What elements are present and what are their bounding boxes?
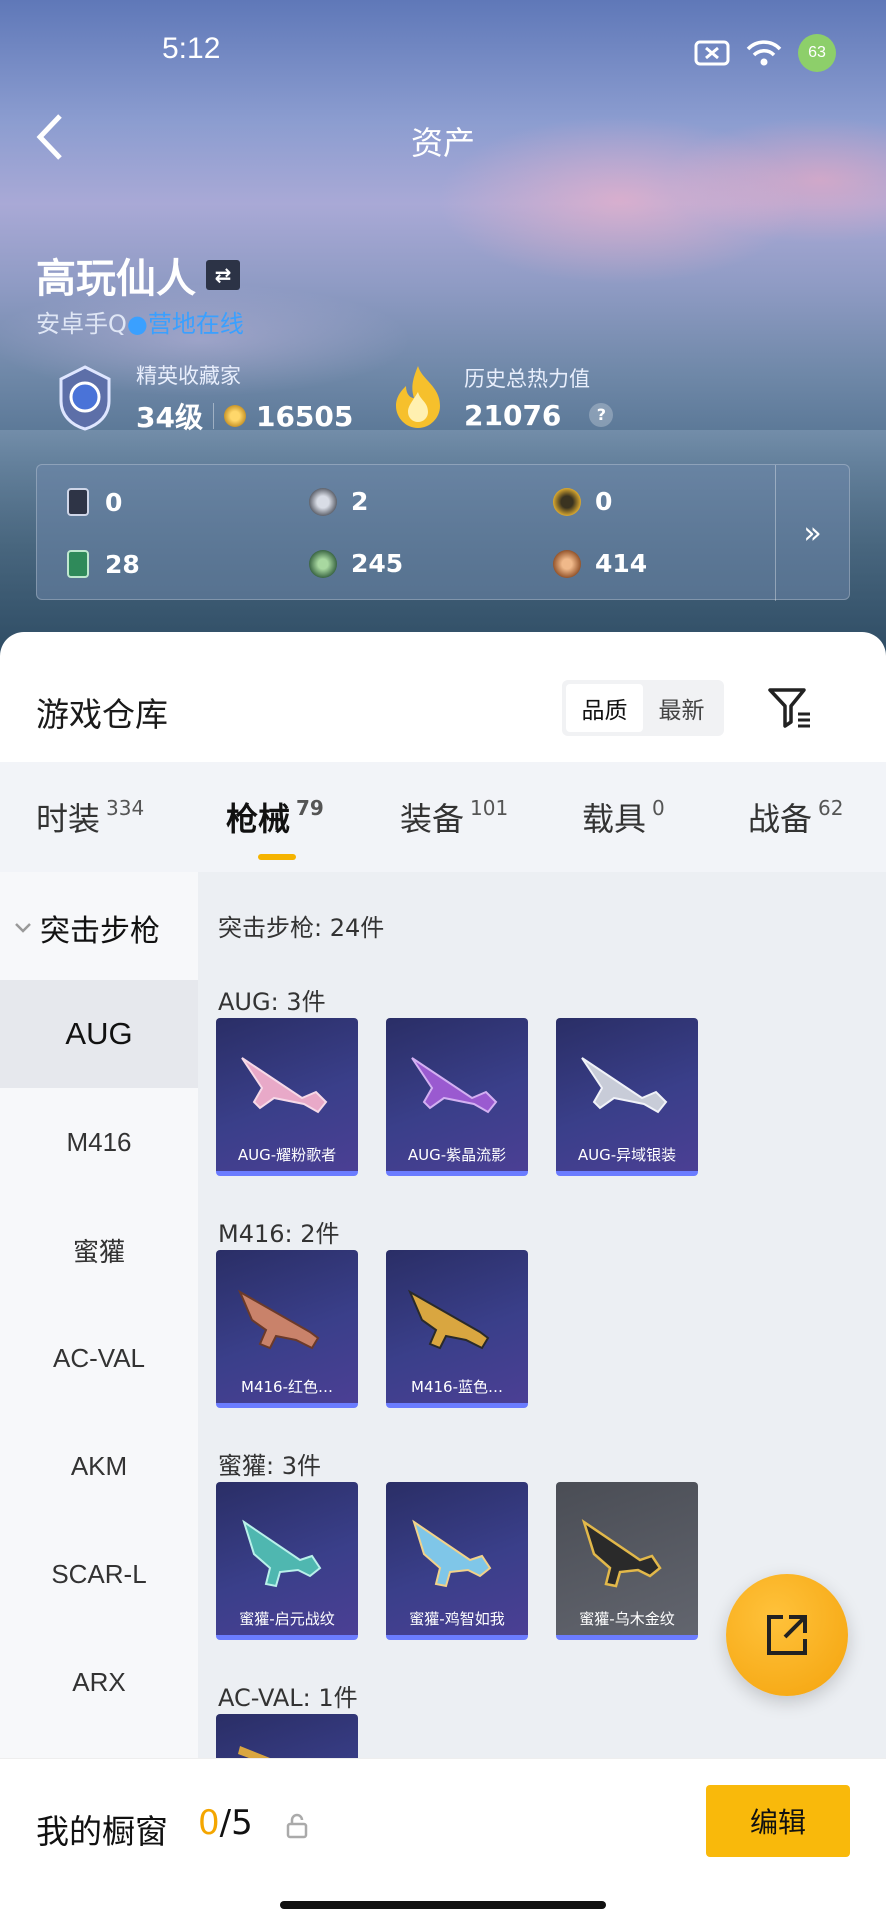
rifle-icon xyxy=(237,1289,320,1350)
rifle-icon xyxy=(241,1057,328,1114)
sort-quality[interactable]: 品质 xyxy=(566,684,643,732)
tab-vehicles[interactable]: 载具 0 xyxy=(582,794,665,840)
rank-block[interactable]: 精英收藏家 34级 16505 xyxy=(50,360,353,436)
section-header: AUG: 3件 xyxy=(218,988,326,1016)
gold-coin-icon xyxy=(553,487,581,516)
sidebar-item-m416[interactable]: M416 xyxy=(0,1088,198,1196)
home-indicator xyxy=(280,1901,606,1909)
weapon-card[interactable]: 蜜獾-乌木金纹 xyxy=(556,1482,698,1640)
stats-panel[interactable]: 0 2 0 28 245 414 » xyxy=(36,464,850,601)
warehouse-title: 游戏仓库 xyxy=(36,695,168,734)
weapon-card[interactable]: M416-红色… xyxy=(216,1250,358,1408)
sidebar-item-ac-val[interactable]: AC-VAL xyxy=(0,1304,198,1412)
rifle-icon xyxy=(412,1519,492,1588)
sidebar-item-akm[interactable]: AKM xyxy=(0,1412,198,1520)
online-status: 营地在线 xyxy=(147,310,244,338)
rifle-icon xyxy=(242,1519,322,1588)
battery-icon: 63 xyxy=(798,34,836,72)
tab-supplies[interactable]: 战备 62 xyxy=(748,794,843,840)
online-dot-icon: ● xyxy=(126,310,148,338)
edit-button[interactable]: 编辑 xyxy=(706,1785,850,1857)
platform-label: 安卓手Q xyxy=(36,310,127,338)
points-coin-icon xyxy=(223,405,246,427)
rifle-icon xyxy=(581,1518,662,1588)
stat-bronze: 414 xyxy=(553,549,647,578)
share-icon xyxy=(767,1615,807,1655)
section-header: M416: 2件 xyxy=(218,1220,340,1248)
stat-green-card: 28 xyxy=(65,549,140,579)
stats-more-button[interactable]: » xyxy=(775,465,849,601)
share-button[interactable] xyxy=(726,1574,848,1696)
swap-account-icon[interactable]: ⇄ xyxy=(206,260,240,290)
bronze-coin-icon xyxy=(553,549,581,578)
stat-silver: 2 xyxy=(309,487,368,516)
sidebar-item-aug[interactable]: AUG xyxy=(0,980,198,1088)
sidebar-item-arx[interactable]: ARX xyxy=(0,1628,198,1736)
weapon-card[interactable]: AUG-紫晶流影 xyxy=(386,1018,528,1176)
weapon-card[interactable]: AUG-耀粉歌者 xyxy=(216,1018,358,1176)
sidebar-item-honey-badger[interactable]: 蜜獾 xyxy=(0,1196,198,1304)
chevron-down-icon xyxy=(15,923,31,933)
help-icon[interactable]: ? xyxy=(589,403,614,427)
category-tabs: 时装 334 枪械 79 装备 101 载具 0 战备 62 xyxy=(0,762,886,872)
stat-card: 0 xyxy=(65,487,122,517)
section-header: AC-VAL: 1件 xyxy=(218,1684,358,1712)
weapon-card[interactable]: 蜜獾-启元战纹 xyxy=(216,1482,358,1640)
weapon-sidebar: 突击步枪 AUG M416 蜜獾 AC-VAL AKM SCAR-L ARX xyxy=(0,872,198,1792)
showcase-bar: 我的橱窗 0/5 编辑 xyxy=(0,1758,886,1920)
weapon-card[interactable]: M416-蓝色… xyxy=(386,1250,528,1408)
stat-green-coin: 245 xyxy=(309,549,403,578)
heat-value: 21076 xyxy=(464,398,562,432)
showcase-label: 我的橱窗 xyxy=(36,1812,168,1851)
silver-coin-icon xyxy=(309,487,337,516)
account-info: 安卓手Q●营地在线 xyxy=(36,304,244,339)
collector-medal-icon xyxy=(59,365,111,431)
green-card-icon xyxy=(67,550,89,578)
page-title: 资产 xyxy=(410,124,475,162)
sort-switch[interactable]: 品质 最新 xyxy=(562,680,724,736)
rifle-icon xyxy=(407,1289,490,1350)
warehouse-sheet: 游戏仓库 品质 最新 时装 334 枪械 79 装备 101 载具 0 战备 62 突击步… xyxy=(0,632,886,1920)
card-icon xyxy=(67,488,89,516)
sort-latest[interactable]: 最新 xyxy=(643,684,720,732)
sim-error-icon xyxy=(694,40,730,66)
filter-icon[interactable] xyxy=(764,682,814,732)
heat-block[interactable]: 历史总热力值 21076 ? xyxy=(388,362,614,432)
stat-gold: 0 xyxy=(553,487,612,516)
heat-label: 历史总热力值 xyxy=(464,366,590,391)
status-time: 5:12 xyxy=(162,32,221,65)
lock-icon xyxy=(286,1813,308,1839)
username: 高玩仙人 xyxy=(36,256,196,302)
sidebar-group-assault-rifles[interactable]: 突击步枪 xyxy=(14,906,160,950)
tab-gear[interactable]: 装备 101 xyxy=(400,794,508,840)
rifle-icon xyxy=(411,1057,498,1114)
sidebar-item-scar-l[interactable]: SCAR-L xyxy=(0,1520,198,1628)
weapon-card[interactable]: 蜜獾-鸡智如我 xyxy=(386,1482,528,1640)
username-row: 高玩仙人 ⇄ xyxy=(36,246,240,304)
level-value: 34级 xyxy=(136,401,203,434)
showcase-count: 0/5 xyxy=(198,1803,253,1843)
wifi-icon xyxy=(746,40,782,66)
tab-weapons[interactable]: 枪械 79 xyxy=(226,794,324,840)
green-coin-icon xyxy=(309,549,337,578)
tab-fashion[interactable]: 时装 334 xyxy=(36,794,144,840)
points-value: 16505 xyxy=(255,399,354,433)
rifle-icon xyxy=(581,1057,668,1114)
status-bar: 5:12 63 xyxy=(0,0,886,100)
section-header: 蜜獾: 3件 xyxy=(218,1452,321,1480)
rank-title: 精英收藏家 xyxy=(136,364,241,388)
flame-icon xyxy=(396,366,440,428)
category-summary: 突击步枪: 24件 xyxy=(218,914,385,942)
active-tab-indicator xyxy=(258,854,296,860)
weapon-card[interactable]: AUG-异域银装 xyxy=(556,1018,698,1176)
